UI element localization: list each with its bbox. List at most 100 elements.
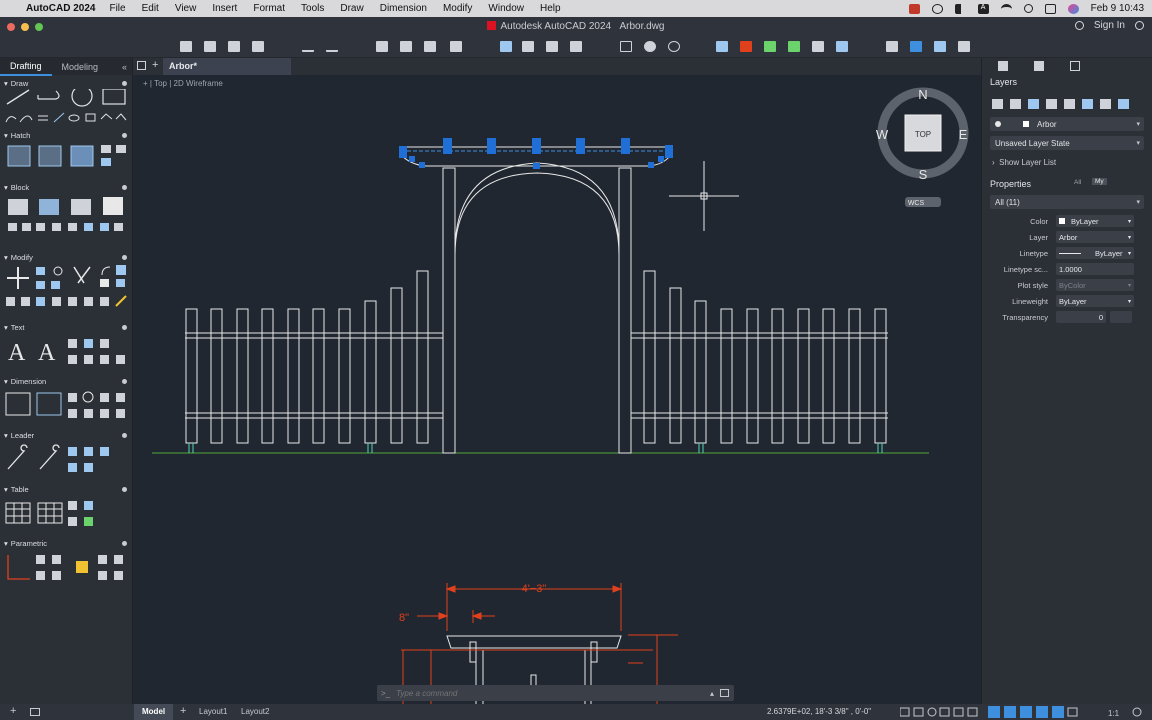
settings-gear-icon[interactable] (1132, 707, 1142, 717)
dim-small-8-icon[interactable] (116, 409, 125, 418)
ellipse-tool-icon[interactable] (68, 114, 80, 122)
rotate-icon[interactable] (53, 266, 63, 276)
compare-icon[interactable] (886, 41, 898, 52)
find-text-icon[interactable] (100, 339, 109, 348)
block-small-8-icon[interactable] (114, 223, 123, 231)
menu-dimension[interactable]: Dimension (380, 3, 427, 14)
command-input[interactable] (396, 688, 677, 698)
app-menu[interactable]: AutoCAD 2024 (26, 3, 95, 14)
spline-tool-icon[interactable] (19, 115, 33, 123)
create-block-icon[interactable] (39, 199, 59, 215)
stretch-icon[interactable] (51, 281, 60, 289)
compass-north[interactable]: N (918, 87, 927, 102)
menu-insert[interactable]: Insert (212, 3, 237, 14)
polyline-tool-icon[interactable] (37, 90, 60, 100)
open-file-icon[interactable] (204, 41, 216, 52)
modify-small-5-icon[interactable] (68, 297, 77, 306)
tab-modeling[interactable]: Modeling (52, 59, 109, 75)
define-attributes-icon[interactable] (103, 197, 123, 215)
properties-tab-icon[interactable] (1070, 61, 1080, 71)
menu-draw[interactable]: Draw (340, 3, 363, 14)
compass-south[interactable]: S (919, 167, 928, 182)
grid-toggle-icon[interactable] (900, 707, 910, 717)
3d-osnap-icon[interactable] (1052, 706, 1064, 718)
tab-model[interactable]: Model (134, 704, 174, 720)
table-small-2-icon[interactable] (84, 501, 93, 510)
check-spelling-icon[interactable] (84, 339, 93, 348)
fillet-icon[interactable] (101, 266, 111, 276)
text-small-2-icon[interactable] (84, 355, 93, 364)
text-style-icon[interactable] (68, 339, 77, 348)
command-history-icon[interactable]: ▴ (710, 689, 714, 698)
lock-icon[interactable] (76, 561, 88, 573)
volume-icon[interactable] (954, 3, 966, 14)
new-file-icon[interactable] (180, 41, 192, 52)
modify-small-4-icon[interactable] (52, 297, 61, 306)
param-small-3-icon[interactable] (36, 571, 45, 580)
section-header-leader[interactable]: ▾ Leader (0, 429, 132, 441)
compass-east[interactable]: E (959, 127, 968, 142)
layer-off-icon[interactable] (1082, 99, 1093, 109)
transparency-toggle-icon[interactable] (1020, 706, 1032, 718)
section-header-text[interactable]: ▾ Text (0, 321, 132, 333)
text-small-1-icon[interactable] (68, 355, 77, 364)
param-small-1-icon[interactable] (36, 555, 45, 564)
section-header-dimension[interactable]: ▾ Dimension (0, 375, 132, 387)
tab-layout2[interactable]: Layout2 (233, 704, 277, 720)
radius-dimension-icon[interactable] (82, 391, 94, 403)
section-header-draw[interactable]: ▾ Draw (0, 77, 132, 89)
tab-my[interactable]: My (1092, 178, 1107, 185)
layer-properties-icon[interactable] (992, 99, 1003, 109)
viewcube[interactable]: TOP N S E W WCS (876, 87, 969, 207)
multiline-tool-icon[interactable] (38, 115, 48, 121)
hatch-match-icon[interactable] (116, 145, 126, 153)
selection-cycling-icon[interactable] (1036, 706, 1048, 718)
single-line-text-icon[interactable]: A (38, 340, 56, 366)
layer-unlock-icon[interactable] (1118, 99, 1129, 109)
help-icon[interactable] (1135, 21, 1144, 30)
param-small-4-icon[interactable] (52, 571, 61, 580)
layer-previous-icon[interactable] (1028, 99, 1039, 109)
modify-small-1-icon[interactable] (6, 297, 15, 306)
offset-icon[interactable] (116, 279, 125, 287)
drawing-viewport[interactable]: + | Top | 2D Wireframe 4'−3" 8" TOP N S … (133, 75, 981, 704)
refresh-icon[interactable] (764, 41, 776, 52)
transparency-options-icon[interactable] (1110, 311, 1132, 323)
transparency-field[interactable]: 0 (1056, 311, 1106, 323)
menu-edit[interactable]: Edit (142, 3, 159, 14)
markup-icon[interactable] (570, 41, 582, 52)
add-leader-icon[interactable] (39, 444, 60, 470)
move-icon[interactable] (7, 267, 29, 289)
orbit-icon[interactable] (668, 41, 680, 52)
block-small-7-icon[interactable] (100, 223, 109, 231)
tab-all[interactable]: All (1074, 179, 1081, 186)
tab-arbor[interactable]: Arbor* (163, 58, 291, 75)
table-style-icon[interactable] (37, 502, 63, 524)
menu-window[interactable]: Window (488, 3, 524, 14)
modify-small-2-icon[interactable] (21, 297, 30, 306)
tool-palettes-icon[interactable] (740, 41, 752, 52)
layer-match-icon[interactable] (1010, 99, 1021, 109)
search-icon[interactable] (1023, 4, 1033, 13)
dim-small-6-icon[interactable] (84, 409, 93, 418)
rectangle-tool-icon[interactable] (102, 88, 126, 105)
hatch-icon[interactable] (7, 145, 31, 167)
leader-small-5-icon[interactable] (84, 463, 93, 472)
layer-freeze-icon[interactable] (1064, 99, 1075, 109)
snap-toggle-icon[interactable] (913, 707, 924, 717)
color-select[interactable]: ByLayer ▾ (1056, 215, 1134, 227)
dim-small-7-icon[interactable] (100, 409, 109, 418)
isodraft-toggle-icon[interactable] (953, 707, 964, 717)
add-icon[interactable]: + (10, 705, 16, 717)
line-tool-icon[interactable] (6, 89, 30, 105)
attach-icon[interactable] (934, 41, 946, 52)
table-small-1-icon[interactable] (68, 501, 77, 510)
linetype-scale-field[interactable]: 1.0000 (1056, 263, 1134, 275)
sign-in-link[interactable]: Sign In (1094, 20, 1125, 31)
multileader-icon[interactable] (7, 444, 28, 470)
multiline-text-icon[interactable]: A (8, 340, 26, 366)
block-small-4-icon[interactable] (52, 223, 61, 231)
polar-toggle-icon[interactable] (939, 707, 950, 717)
design-center-icon[interactable] (716, 41, 728, 52)
ortho-toggle-icon[interactable] (927, 707, 937, 717)
